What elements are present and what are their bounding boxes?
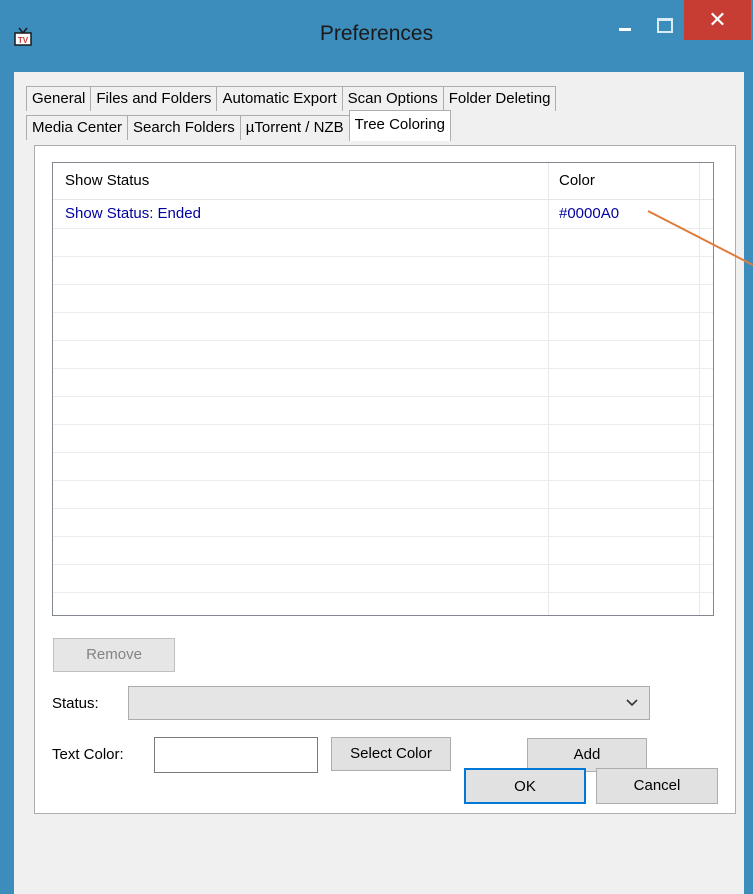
list-header: Show Status Color bbox=[53, 163, 713, 200]
maximize-icon bbox=[657, 18, 673, 33]
tab-scan-options[interactable]: Scan Options bbox=[341, 86, 444, 111]
remove-button[interactable]: Remove bbox=[53, 638, 175, 672]
empty-list-row bbox=[53, 340, 713, 369]
title-bar[interactable]: TV Preferences ✕ bbox=[0, 0, 753, 72]
tab-row-2: Media Center Search Folders µTorrent / N… bbox=[26, 110, 451, 141]
tab-general[interactable]: General bbox=[26, 86, 92, 111]
list-item[interactable]: Show Status: Ended #0000A0 bbox=[53, 200, 713, 229]
row-color: #0000A0 bbox=[559, 205, 620, 222]
ok-button[interactable]: OK bbox=[464, 768, 586, 804]
status-label: Status: bbox=[52, 695, 99, 712]
column-header-color[interactable]: Color bbox=[559, 163, 595, 199]
preferences-window: TV Preferences ✕ General Files and Folde… bbox=[0, 0, 753, 894]
empty-list-row bbox=[53, 564, 713, 593]
chevron-down-icon bbox=[625, 696, 639, 710]
empty-list-row bbox=[53, 424, 713, 453]
empty-list-row bbox=[53, 396, 713, 425]
empty-list-row bbox=[53, 452, 713, 481]
empty-list-row bbox=[53, 284, 713, 313]
empty-list-row bbox=[53, 592, 713, 615]
empty-list-row bbox=[53, 312, 713, 341]
tree-coloring-panel: Show Status Color Show Status: Ended #00… bbox=[34, 145, 736, 814]
column-header-show-status[interactable]: Show Status bbox=[65, 163, 149, 199]
empty-list-row bbox=[53, 368, 713, 397]
tab-row-1: General Files and Folders Automatic Expo… bbox=[26, 86, 557, 111]
maximize-button[interactable] bbox=[648, 14, 684, 40]
cancel-button[interactable]: Cancel bbox=[596, 768, 718, 804]
tab-tree-coloring[interactable]: Tree Coloring bbox=[348, 110, 451, 141]
select-color-button[interactable]: Select Color bbox=[331, 737, 451, 771]
row-status: Show Status: Ended bbox=[65, 205, 201, 222]
empty-list-row bbox=[53, 508, 713, 537]
minimize-button[interactable] bbox=[602, 14, 648, 40]
tab-automatic-export[interactable]: Automatic Export bbox=[216, 86, 343, 111]
tab-utorrent-nzb[interactable]: µTorrent / NZB bbox=[239, 115, 350, 140]
minimize-icon bbox=[619, 28, 631, 31]
empty-list-row bbox=[53, 536, 713, 565]
empty-list-row bbox=[53, 228, 713, 257]
empty-list-row bbox=[53, 480, 713, 509]
status-dropdown[interactable] bbox=[128, 686, 650, 720]
empty-list-row bbox=[53, 256, 713, 285]
tab-media-center[interactable]: Media Center bbox=[26, 115, 129, 140]
tab-folder-deleting[interactable]: Folder Deleting bbox=[442, 86, 557, 111]
tab-search-folders[interactable]: Search Folders bbox=[127, 115, 241, 140]
status-color-list[interactable]: Show Status Color Show Status: Ended #00… bbox=[52, 162, 714, 616]
text-color-label: Text Color: bbox=[52, 746, 124, 763]
text-color-field[interactable] bbox=[154, 737, 318, 773]
add-button[interactable]: Add bbox=[527, 738, 647, 772]
tab-files-and-folders[interactable]: Files and Folders bbox=[90, 86, 218, 111]
close-button[interactable]: ✕ bbox=[684, 0, 751, 40]
